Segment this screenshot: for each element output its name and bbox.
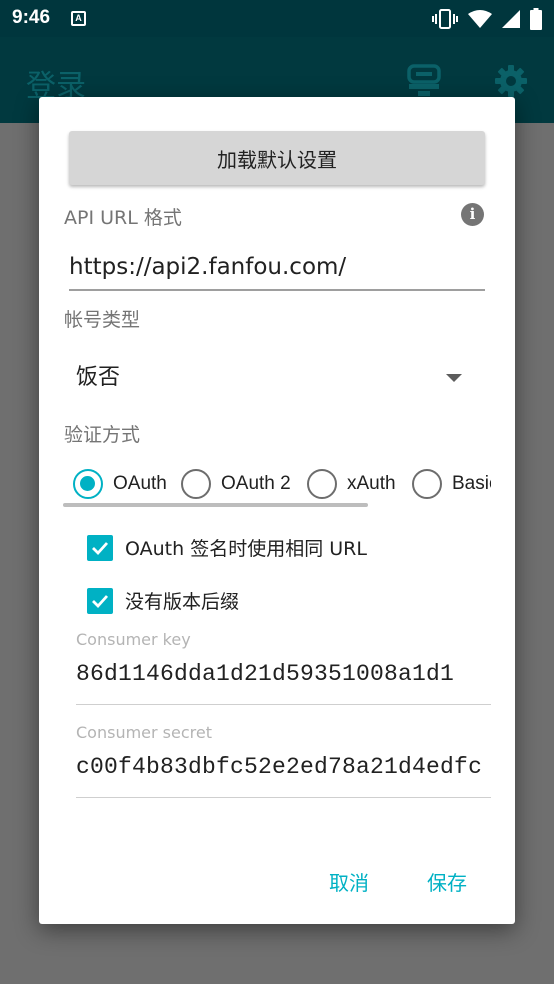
wifi-icon (468, 10, 492, 28)
load-defaults-button[interactable]: 加载默认设置 (69, 131, 485, 185)
notification-icon: A (71, 11, 86, 26)
account-type-value: 饭否 (76, 365, 121, 390)
radio-unchecked-icon (181, 469, 211, 499)
no-version-suffix-checkbox[interactable]: 没有版本后缀 (87, 587, 239, 614)
radio-unchecked-icon (307, 469, 337, 499)
server-icon[interactable] (407, 64, 441, 98)
consumer-key-input[interactable]: 86d1146dda1d21d59351008a1d1 (76, 661, 491, 705)
checkbox-checked-icon (87, 534, 113, 561)
api-url-input[interactable]: https://api2.fanfou.com/ (69, 247, 485, 291)
radio-label: OAuth 2 (221, 473, 291, 494)
gear-icon[interactable] (494, 64, 528, 98)
consumer-secret-field[interactable]: Consumer secret c00f4b83dbfc52e2ed78a21d… (76, 723, 491, 798)
status-bar: 9:46 A (0, 0, 554, 37)
consumer-secret-hint: Consumer secret (76, 723, 212, 742)
radio-label: OAuth (113, 473, 167, 494)
radio-oauth2[interactable]: OAuth 2 (181, 469, 291, 499)
radio-label: Basic (452, 473, 491, 494)
account-type-spinner[interactable]: 饭否 (76, 359, 462, 399)
radio-xauth[interactable]: xAuth (307, 469, 396, 499)
status-icons (432, 8, 542, 30)
login-settings-dialog: 加载默认设置 API URL 格式 i https://api2.fanfou.… (39, 97, 515, 924)
consumer-key-hint: Consumer key (76, 630, 191, 649)
auth-method-label: 验证方式 (64, 424, 141, 446)
horizontal-scrollbar[interactable] (63, 503, 368, 507)
battery-icon (530, 8, 542, 30)
same-url-label: OAuth 签名时使用相同 URL (125, 538, 367, 560)
radio-unchecked-icon (412, 469, 442, 499)
radio-oauth[interactable]: OAuth (73, 469, 167, 499)
info-icon[interactable]: i (461, 203, 484, 226)
auth-method-radio-group[interactable]: OAuth OAuth 2 xAuth Basic (63, 463, 491, 507)
status-time: 9:46 (12, 7, 51, 28)
consumer-key-field[interactable]: Consumer key 86d1146dda1d21d59351008a1d1 (76, 630, 491, 705)
same-url-checkbox[interactable]: OAuth 签名时使用相同 URL (87, 534, 367, 561)
cancel-button[interactable]: 取消 (329, 867, 369, 896)
vibrate-icon (432, 9, 458, 29)
radio-label: xAuth (347, 473, 396, 494)
signal-icon (502, 10, 520, 28)
radio-basic[interactable]: Basic (412, 469, 491, 499)
api-url-label: API URL 格式 (64, 207, 182, 229)
radio-checked-icon (73, 469, 103, 499)
account-type-label: 帐号类型 (64, 309, 141, 331)
save-button[interactable]: 保存 (427, 867, 467, 896)
no-version-suffix-label: 没有版本后缀 (125, 591, 240, 613)
consumer-secret-input[interactable]: c00f4b83dbfc52e2ed78a21d4edfc (76, 754, 491, 798)
checkbox-checked-icon (87, 587, 113, 614)
dropdown-arrow-icon (446, 374, 462, 382)
